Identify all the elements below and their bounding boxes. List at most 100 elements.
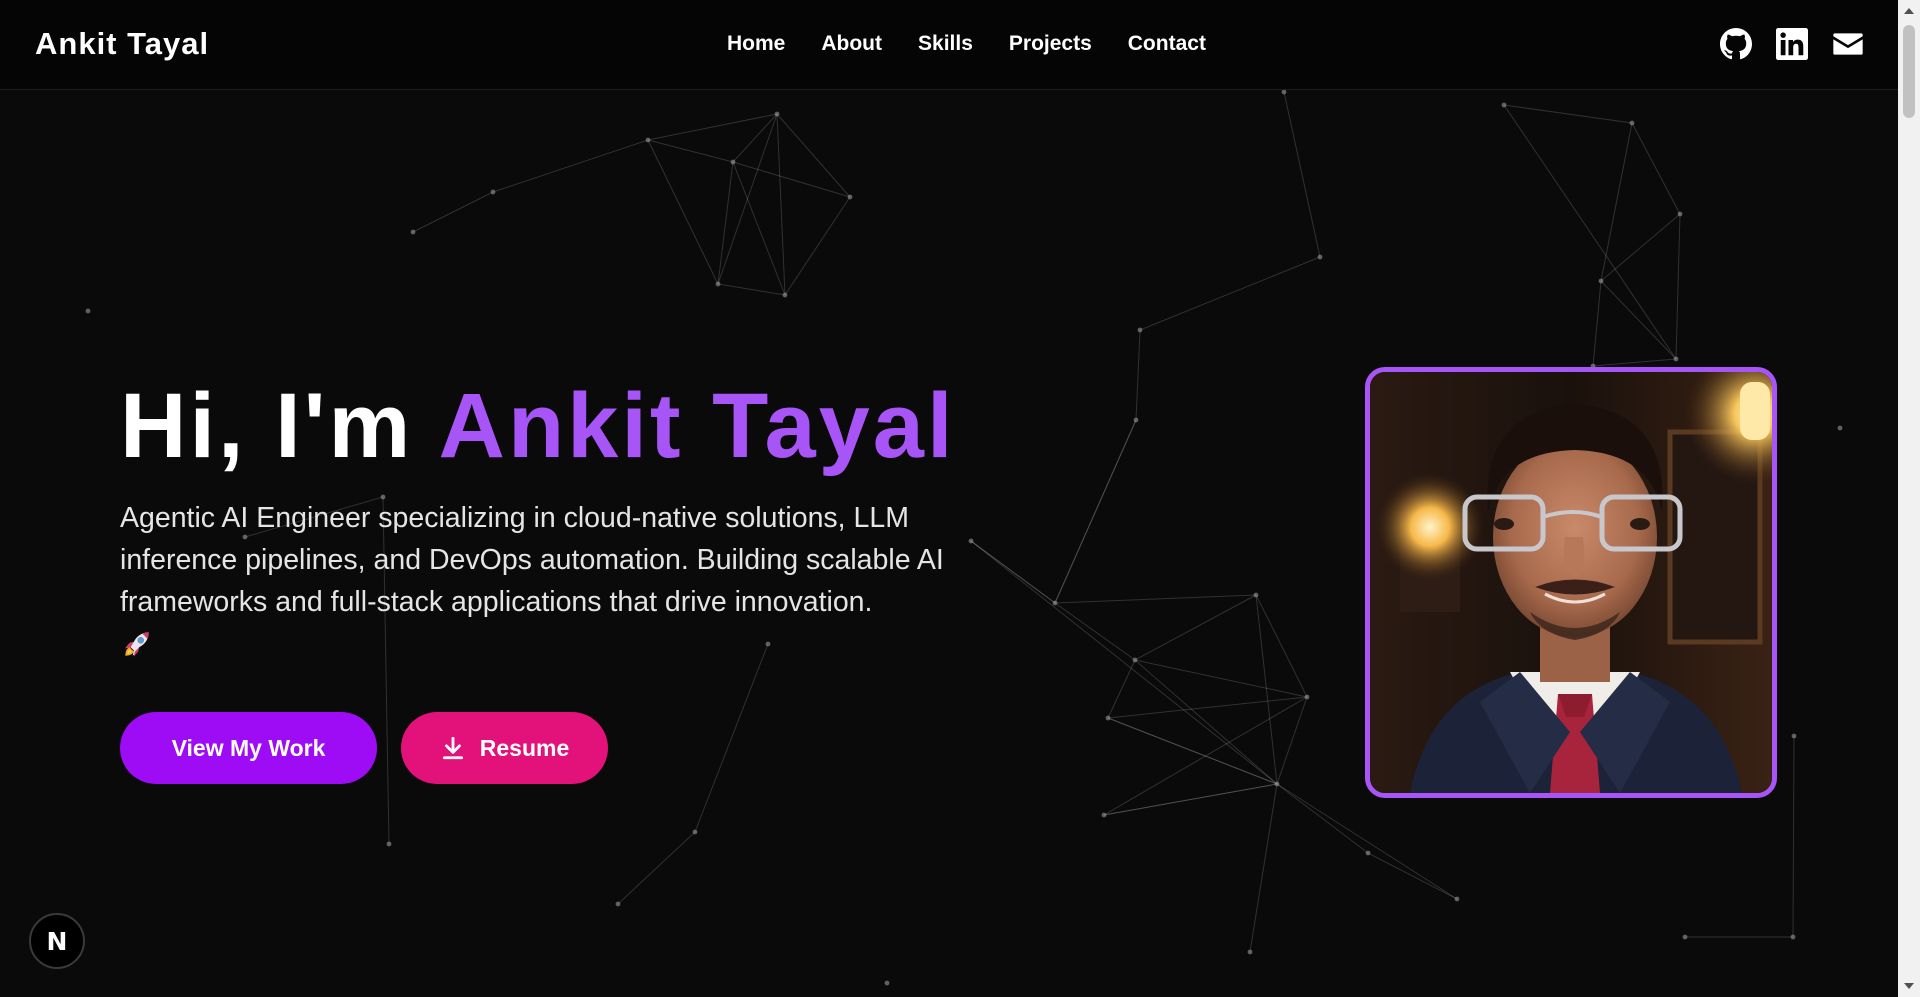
- network-link: [1107, 659, 1136, 719]
- network-node: [1837, 425, 1843, 431]
- network-node: [386, 841, 392, 847]
- network-node: [490, 189, 496, 195]
- network-link: [717, 161, 734, 285]
- nav-link-home[interactable]: Home: [727, 32, 785, 56]
- network-node: [410, 229, 416, 235]
- network-link: [1276, 696, 1308, 785]
- nav-link-about[interactable]: About: [821, 32, 882, 56]
- network-node: [1052, 600, 1058, 606]
- network-link: [732, 161, 851, 198]
- network-node: [1673, 356, 1679, 362]
- network-link: [1503, 104, 1677, 360]
- nextjs-badge-label: N: [46, 926, 68, 956]
- network-link: [1367, 852, 1458, 900]
- network-node: [774, 111, 780, 117]
- network-node: [1132, 657, 1138, 663]
- resume-label: Resume: [479, 734, 570, 761]
- network-link: [492, 139, 649, 193]
- github-icon[interactable]: [1720, 28, 1752, 60]
- network-node: [1105, 715, 1111, 721]
- network-link: [1135, 329, 1141, 421]
- network-node: [615, 901, 621, 907]
- view-my-work-button[interactable]: View My Work: [120, 712, 377, 784]
- network-node: [1682, 934, 1688, 940]
- network-node: [1501, 102, 1507, 108]
- network-link: [647, 139, 734, 163]
- network-link: [1675, 213, 1681, 360]
- network-link: [1249, 783, 1278, 953]
- page-scrollbar[interactable]: [1898, 0, 1920, 997]
- hero-name: Ankit Tayal: [438, 375, 956, 477]
- network-node: [782, 292, 788, 298]
- network-node: [1790, 934, 1796, 940]
- network-node: [884, 980, 890, 986]
- linkedin-icon[interactable]: [1776, 28, 1808, 60]
- network-node: [1247, 949, 1253, 955]
- network-link: [1134, 659, 1278, 785]
- scroll-up-arrow-icon[interactable]: [1904, 8, 1914, 14]
- network-node: [730, 159, 736, 165]
- scrollbar-thumb[interactable]: [1903, 25, 1915, 118]
- network-link: [1631, 122, 1681, 215]
- network-link: [1283, 91, 1321, 258]
- network-link: [1139, 256, 1321, 331]
- network-node: [1253, 592, 1259, 598]
- network-link: [647, 113, 778, 141]
- network-node: [1317, 254, 1323, 260]
- network-link: [1600, 122, 1633, 282]
- network-link: [1792, 735, 1795, 938]
- network-node: [1274, 781, 1280, 787]
- network-link: [776, 113, 786, 296]
- network-link: [1107, 717, 1278, 785]
- hero-buttons: View My Work Resume: [120, 712, 608, 784]
- nav-link-contact[interactable]: Contact: [1128, 32, 1206, 56]
- profile-photo-image: [1370, 372, 1772, 793]
- network-link: [694, 643, 769, 833]
- navbar: Ankit Tayal Home About Skills Projects C…: [0, 0, 1898, 90]
- network-link: [1054, 594, 1257, 604]
- network-node: [1629, 120, 1635, 126]
- network-link: [776, 113, 851, 198]
- network-link: [1276, 783, 1458, 900]
- download-icon: [442, 736, 463, 760]
- brand-logo[interactable]: Ankit Tayal: [35, 26, 209, 62]
- network-link: [717, 283, 786, 296]
- view-my-work-label: View My Work: [171, 734, 326, 761]
- nav-link-projects[interactable]: Projects: [1009, 32, 1092, 56]
- network-node: [645, 137, 651, 143]
- nextjs-dev-badge[interactable]: N: [29, 913, 85, 969]
- network-node: [847, 194, 853, 200]
- network-link: [1255, 594, 1308, 698]
- profile-photo: [1365, 367, 1777, 798]
- network-link: [1503, 104, 1633, 124]
- scroll-down-arrow-icon[interactable]: [1904, 983, 1914, 989]
- network-node: [1598, 278, 1604, 284]
- network-node: [1137, 327, 1143, 333]
- network-node: [1791, 733, 1797, 739]
- network-node: [85, 308, 91, 314]
- network-link: [1592, 280, 1602, 367]
- nav-link-skills[interactable]: Skills: [918, 32, 973, 56]
- mail-icon[interactable]: [1832, 28, 1864, 60]
- hero-section: Hi, I'm Ankit Tayal Agentic AI Engineer …: [120, 380, 1020, 661]
- resume-button[interactable]: Resume: [401, 712, 608, 784]
- network-node: [1101, 812, 1107, 818]
- network-link: [1276, 783, 1369, 854]
- social-links: [1720, 28, 1864, 60]
- network-link: [1600, 280, 1677, 360]
- hero-description-text: Agentic AI Engineer specializing in clou…: [120, 502, 944, 618]
- rocket-icon: [125, 632, 149, 657]
- network-node: [715, 281, 721, 287]
- network-link: [1054, 419, 1137, 604]
- network-node: [1133, 417, 1139, 423]
- network-link: [1600, 213, 1681, 282]
- network-link: [1134, 594, 1257, 661]
- network-link: [1054, 602, 1136, 661]
- network-link: [732, 161, 786, 296]
- network-node: [1304, 694, 1310, 700]
- network-link: [784, 196, 851, 296]
- network-node: [1365, 850, 1371, 856]
- hero-description: Agentic AI Engineer specializing in clou…: [120, 497, 970, 661]
- hero-heading: Hi, I'm Ankit Tayal: [120, 380, 1020, 472]
- network-link: [1592, 358, 1677, 367]
